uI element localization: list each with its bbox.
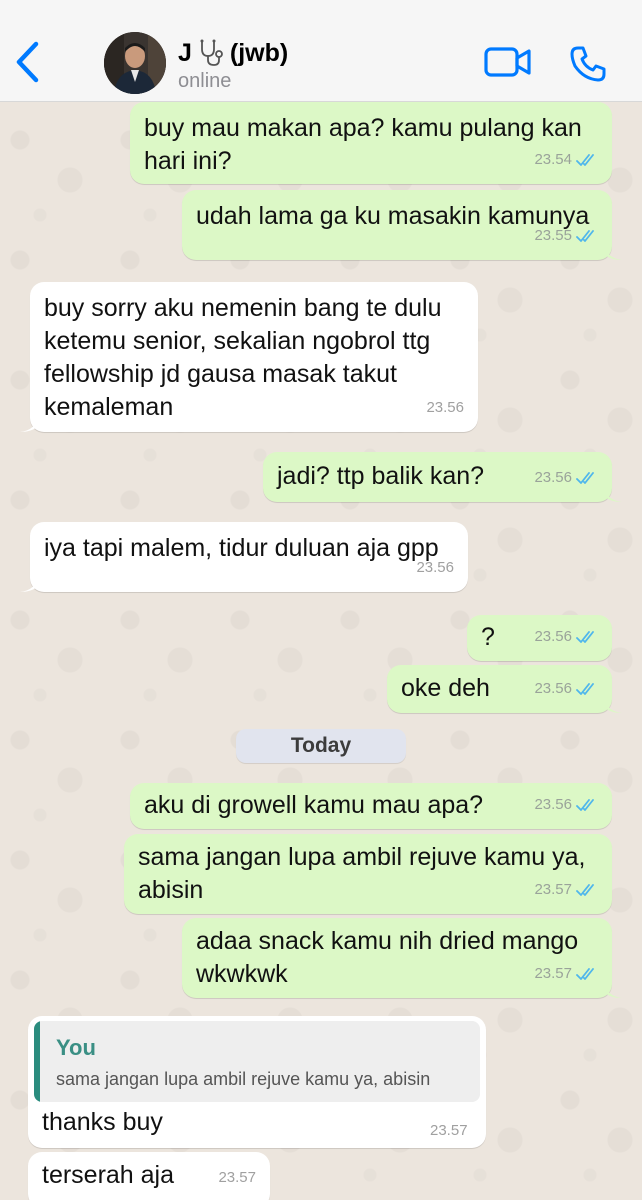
message-meta: 23.57: [218, 1161, 256, 1194]
bubble-tail: [604, 486, 622, 502]
message-time: 23.57: [430, 1122, 468, 1139]
message-meta: 23.56: [534, 672, 598, 705]
avatar-photo: [104, 32, 166, 94]
message-meta: 23.56: [534, 461, 598, 494]
message-bubble-outgoing[interactable]: aku di growell kamu mau apa? 23.56: [130, 783, 612, 829]
message-text: buy mau makan apa? kamu pulang kan hari …: [144, 114, 582, 175]
quote-bar: [34, 1021, 40, 1102]
message-meta: 23.55: [534, 219, 598, 252]
contact-name-suffix: (jwb): [229, 38, 289, 67]
contact-avatar[interactable]: [104, 32, 166, 94]
message-bubble-outgoing[interactable]: oke deh 23.56: [387, 665, 622, 713]
chevron-left-icon: [16, 41, 39, 83]
message-bubble-outgoing[interactable]: buy mau makan apa? kamu pulang kan hari …: [130, 102, 612, 184]
contact-name-prefix: J: [178, 38, 192, 67]
message-time: 23.56: [416, 559, 454, 576]
read-ticks-icon: [576, 229, 594, 242]
message-bubble-outgoing[interactable]: adaa snack kamu nih dried mango wkwkwk 2…: [182, 918, 622, 998]
message-time: 23.55: [534, 227, 572, 244]
message-meta: 23.56: [416, 551, 454, 584]
bubble-tail: [20, 576, 38, 592]
message-bubble-outgoing[interactable]: udah lama ga ku masakin kamunya 23.55: [182, 190, 622, 260]
quoted-message[interactable]: You sama jangan lupa ambil rejuve kamu y…: [34, 1021, 480, 1102]
message-meta: 23.56: [426, 391, 464, 424]
contact-name[interactable]: J (jwb): [178, 38, 288, 68]
read-ticks-icon: [576, 630, 594, 643]
message-text: buy sorry aku nemenin bang te dulu ketem…: [44, 294, 442, 421]
date-separator: Today: [236, 729, 406, 763]
read-ticks-icon: [576, 471, 594, 484]
message-meta: 23.57: [534, 957, 598, 990]
read-ticks-icon: [576, 153, 594, 166]
quote-author: You: [56, 1035, 96, 1060]
message-meta: 23.54: [534, 143, 598, 176]
message-meta: 23.56: [534, 620, 598, 653]
bubble-tail: [604, 697, 622, 713]
video-icon: [484, 47, 531, 77]
message-bubble-outgoing[interactable]: jadi? ttp balik kan? 23.56: [263, 452, 622, 502]
voice-call-button[interactable]: [568, 44, 608, 84]
message-time: 23.56: [534, 680, 572, 697]
read-ticks-icon: [576, 682, 594, 695]
read-ticks-icon: [576, 883, 594, 896]
message-time: 23.57: [218, 1169, 256, 1186]
message-text: thanks buy: [42, 1108, 163, 1136]
contact-status: online: [178, 70, 232, 92]
message-time: 23.54: [534, 151, 572, 168]
video-call-button[interactable]: [484, 44, 532, 80]
message-meta: 23.56: [534, 788, 598, 821]
message-time: 23.57: [534, 965, 572, 982]
message-bubble-incoming[interactable]: buy sorry aku nemenin bang te dulu ketem…: [20, 282, 478, 432]
bubble-tail: [604, 244, 622, 260]
message-time: 23.56: [534, 796, 572, 813]
message-meta: 23.57: [534, 873, 598, 906]
message-bubble-outgoing[interactable]: sama jangan lupa ambil rejuve kamu ya, a…: [124, 834, 612, 914]
back-button[interactable]: [10, 40, 44, 84]
message-bubble-outgoing[interactable]: ? 23.56: [467, 615, 612, 661]
phone-icon: [570, 46, 606, 82]
quote-text: sama jangan lupa ambil rejuve kamu ya, a…: [56, 1069, 431, 1089]
read-ticks-icon: [576, 798, 594, 811]
chat-header: J (jwb) online: [0, 0, 642, 102]
message-text: iya tapi malem, tidur duluan aja gpp: [44, 534, 439, 562]
message-bubble-incoming[interactable]: terserah aja 23.57: [28, 1152, 270, 1200]
message-time: 23.56: [534, 469, 572, 486]
read-ticks-icon: [576, 967, 594, 980]
message-bubble-incoming[interactable]: iya tapi malem, tidur duluan aja gpp 23.…: [20, 522, 468, 592]
stethoscope-icon: [200, 39, 223, 66]
message-time: 23.57: [534, 881, 572, 898]
message-text: aku di growell kamu mau apa?: [144, 791, 484, 819]
message-time: 23.56: [426, 399, 464, 416]
bubble-tail: [604, 982, 622, 998]
bubble-tail: [20, 416, 38, 432]
message-time: 23.56: [534, 628, 572, 645]
